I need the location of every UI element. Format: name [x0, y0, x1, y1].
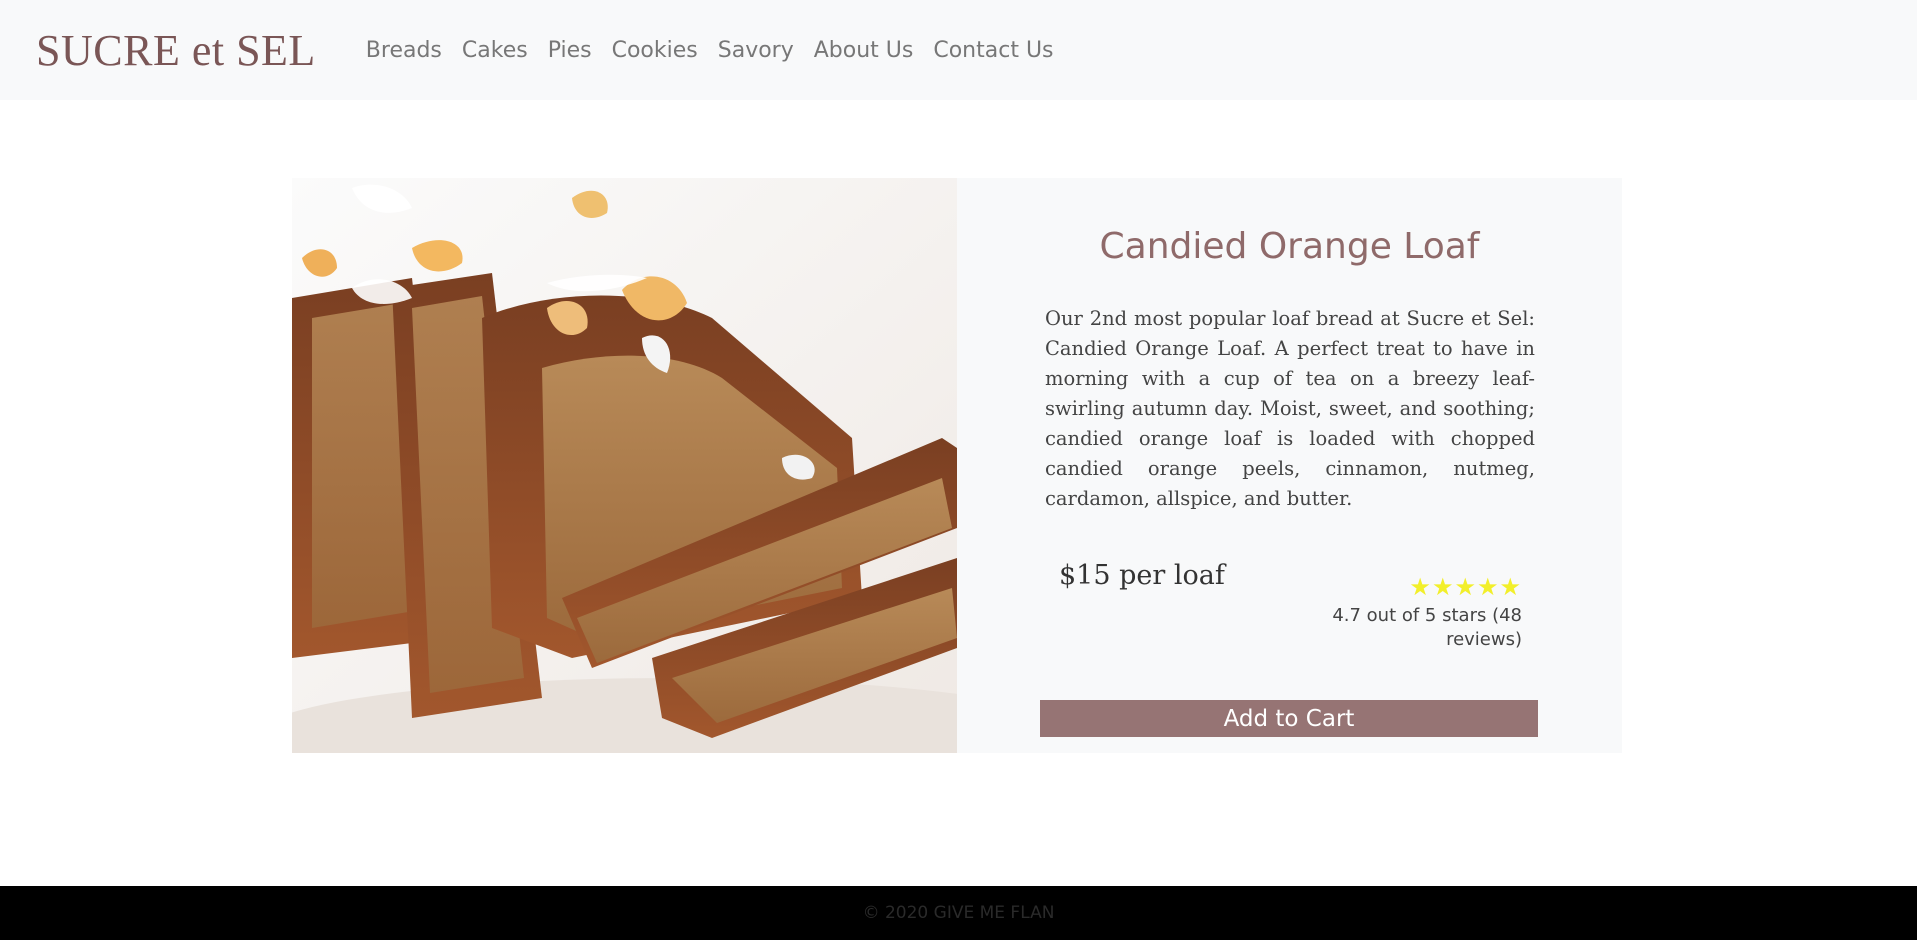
nav-link-cakes[interactable]: Cakes	[452, 38, 538, 63]
product-price: $15 per loaf	[1059, 560, 1225, 591]
footer: © 2020 GIVE ME FLAN	[0, 886, 1917, 940]
brand-logo[interactable]: SUCRE et SEL	[36, 25, 316, 76]
product-description: Our 2nd most popular loaf bread at Sucre…	[1045, 307, 1535, 510]
navbar: SUCRE et SEL Breads Cakes Pies Cookies S…	[0, 0, 1917, 100]
product-image	[292, 178, 957, 753]
rating-text: 4.7 out of 5 stars (48 reviews)	[1332, 605, 1522, 650]
star-rating-icons: ★★★★★	[1409, 574, 1522, 601]
product-rating: ★★★★★ 4.7 out of 5 stars (48 reviews)	[1312, 576, 1522, 652]
add-to-cart-button[interactable]: Add to Cart	[1040, 700, 1538, 737]
nav-links: Breads Cakes Pies Cookies Savory About U…	[356, 38, 1064, 63]
product-title: Candied Orange Loaf	[1099, 226, 1480, 267]
nav-link-cookies[interactable]: Cookies	[602, 38, 708, 63]
loaf-illustration	[292, 178, 957, 753]
footer-copyright: © 2020 GIVE ME FLAN	[862, 903, 1055, 923]
nav-link-savory[interactable]: Savory	[708, 38, 804, 63]
product-card: Candied Orange Loaf Our 2nd most popular…	[292, 178, 1622, 753]
nav-link-pies[interactable]: Pies	[538, 38, 602, 63]
nav-link-breads[interactable]: Breads	[356, 38, 452, 63]
product-info: Candied Orange Loaf Our 2nd most popular…	[957, 178, 1622, 753]
nav-link-about-us[interactable]: About Us	[804, 38, 924, 63]
nav-link-contact-us[interactable]: Contact Us	[923, 38, 1063, 63]
